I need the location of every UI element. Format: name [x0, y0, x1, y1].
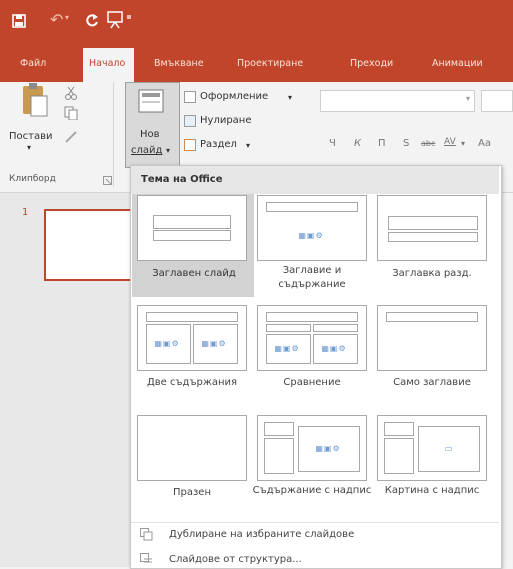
new-slide-dropdown-icon: ▾	[166, 146, 171, 155]
subtitle-placeholder	[153, 230, 231, 241]
undo-icon[interactable]: ↶	[50, 10, 63, 29]
underline-button[interactable]: П	[378, 138, 386, 149]
reset-button[interactable]: Нулиране	[200, 115, 252, 126]
title-placeholder	[146, 312, 238, 322]
layout-label-title-slide: Заглавен слайд	[152, 268, 236, 279]
duplicate-slides-label: Дублиране на избраните слайдове	[169, 529, 355, 540]
present-icon[interactable]	[107, 11, 123, 29]
tab-file[interactable]: Файл	[20, 58, 46, 69]
italic-button[interactable]: К	[354, 138, 361, 149]
paste-dropdown-icon[interactable]: ▾	[27, 143, 31, 152]
right-heading-placeholder	[313, 324, 358, 332]
layout-label-section-header: Заглавка разд.	[392, 268, 472, 279]
content-placeholder-icon: ▦▣⚙	[274, 344, 300, 353]
slides-from-outline-item[interactable]: Слайдове от структура...	[131, 549, 499, 567]
theme-name: Тема на Office	[141, 174, 223, 185]
reset-icon	[184, 115, 196, 127]
content-placeholder-icon: ▦▣⚙	[315, 444, 341, 453]
dropdown-header: Тема на Office	[131, 166, 499, 194]
layout-dropdown-icon[interactable]: ▾	[288, 93, 292, 102]
layout-thumb-title-slide	[137, 195, 247, 261]
layout-thumb-picture-caption[interactable]: ▭	[377, 415, 487, 481]
layout-label-content-caption: Съдържание с надпис	[252, 485, 372, 496]
tab-home-label: Начало	[89, 58, 126, 69]
layout-label-picture-caption: Картина с надпис	[384, 485, 480, 496]
picture-placeholder-icon: ▭	[444, 444, 454, 453]
layout-thumb-content-caption[interactable]: ▦▣⚙	[257, 415, 367, 481]
undo-dropdown-icon[interactable]: ▾	[65, 13, 69, 22]
slides-from-outline-label: Слайдове от структура...	[169, 554, 302, 565]
tab-insert[interactable]: Вмъкване	[154, 58, 204, 69]
new-slide-label-2: слайд	[131, 145, 163, 156]
section-button[interactable]: Раздел	[200, 139, 237, 150]
layout-label-title-only: Само заглавие	[393, 377, 471, 388]
title-placeholder	[266, 312, 358, 322]
font-size-box[interactable]	[481, 90, 513, 112]
save-icon[interactable]	[12, 14, 26, 28]
clipboard-group-label: Клипборд	[9, 174, 56, 184]
title-placeholder	[386, 312, 478, 322]
tab-transitions[interactable]: Преходи	[350, 58, 393, 69]
content-placeholder-icon: ▦▣⚙	[201, 339, 227, 348]
slide-number: 1	[22, 207, 29, 218]
font-name-box[interactable]	[320, 90, 475, 112]
tab-home[interactable]: Начало	[83, 48, 134, 82]
layout-label-two-content: Две съдържания	[146, 377, 238, 388]
bold-button[interactable]: Ч	[329, 138, 336, 149]
ribbon-divider	[113, 82, 114, 187]
title-placeholder	[266, 202, 358, 212]
character-spacing-button[interactable]: AV	[444, 137, 456, 147]
caption-title-placeholder	[384, 422, 414, 436]
tab-animations[interactable]: Анимации	[432, 58, 483, 69]
layout-thumb-title-only[interactable]	[377, 305, 487, 371]
redo-icon[interactable]	[84, 12, 100, 28]
content-placeholder-icon: ▦▣⚙	[298, 231, 324, 240]
caption-title-placeholder	[264, 422, 294, 436]
slide-thumbnail-pane: 1	[0, 193, 154, 567]
paste-icon[interactable]	[20, 82, 50, 120]
title-placeholder	[388, 216, 478, 230]
layout-label-title-content: Заглавие и съдържание	[278, 265, 346, 290]
text-placeholder	[388, 232, 478, 242]
layout-button[interactable]: Оформление	[200, 91, 268, 102]
layout-thumb-title-content[interactable]: ▦▣⚙	[257, 195, 367, 261]
tab-design[interactable]: Проектиране	[237, 58, 303, 69]
menu-divider	[131, 522, 499, 523]
duplicate-icon	[140, 528, 153, 541]
caption-text-placeholder	[264, 438, 294, 474]
copy-icon[interactable]	[64, 106, 78, 120]
new-slide-button[interactable]: Нов слайд ▾	[125, 82, 180, 168]
layout-thumb-section-header[interactable]	[377, 195, 487, 261]
new-slide-icon	[138, 89, 164, 113]
cut-icon[interactable]	[64, 86, 78, 100]
shadow-button[interactable]: S	[403, 138, 409, 149]
layout-thumb-two-content[interactable]: ▦▣⚙ ▦▣⚙	[137, 305, 247, 371]
section-dropdown-icon[interactable]: ▾	[246, 141, 250, 150]
layout-label-blank: Празен	[172, 487, 211, 498]
dialog-launcher-icon[interactable]	[103, 176, 112, 185]
new-slide-label-1: Нов	[140, 129, 160, 140]
font-name-dropdown-icon[interactable]: ▾	[466, 94, 470, 103]
change-case-button[interactable]: Aa	[478, 138, 491, 149]
character-spacing-dropdown-icon[interactable]: ▾	[461, 139, 465, 148]
duplicate-slides-item[interactable]: Дублиране на избраните слайдове	[131, 524, 499, 546]
format-painter-icon[interactable]	[64, 130, 78, 144]
layout-thumb-comparison[interactable]: ▦▣⚙ ▦▣⚙	[257, 305, 367, 371]
left-heading-placeholder	[266, 324, 311, 332]
layout-thumb-blank[interactable]	[137, 415, 247, 481]
caption-text-placeholder	[384, 438, 414, 474]
outline-icon	[140, 553, 152, 563]
customize-toolbar-icon[interactable]	[127, 15, 131, 19]
title-placeholder	[153, 215, 231, 229]
content-placeholder-icon: ▦▣⚙	[154, 339, 180, 348]
title-bar: ↶ ▾	[0, 0, 513, 44]
strikethrough-button[interactable]: abc	[421, 139, 435, 148]
layout-icon	[184, 91, 196, 103]
content-placeholder-icon: ▦▣⚙	[321, 344, 347, 353]
section-icon	[184, 139, 196, 151]
paste-button[interactable]: Постави	[9, 131, 52, 142]
layout-label-comparison: Сравнение	[283, 377, 341, 388]
